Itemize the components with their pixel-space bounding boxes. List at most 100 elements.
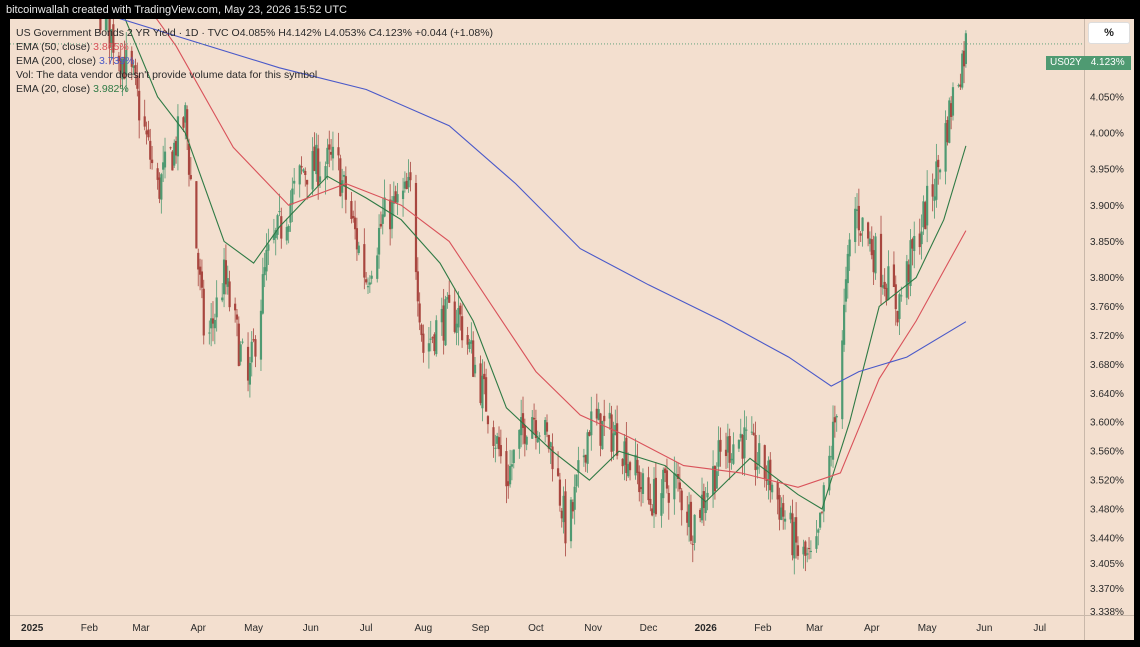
candle-body <box>636 459 639 473</box>
candle-body <box>401 190 405 200</box>
y-tick-label: 3.850% <box>1090 237 1124 248</box>
candle-body <box>149 140 152 160</box>
y-tick-label: 3.600% <box>1090 418 1124 429</box>
candle-body <box>459 305 462 315</box>
candle-body <box>732 444 735 464</box>
candle-body <box>795 517 798 543</box>
candle-body <box>444 299 447 346</box>
candle-body <box>280 216 283 239</box>
candle-body <box>782 503 785 517</box>
candle-body <box>532 417 536 420</box>
candle-body <box>250 341 253 363</box>
y-tick-label: 4.000% <box>1090 128 1124 139</box>
candle-body <box>435 320 438 355</box>
x-tick-label: Jul <box>1033 623 1046 634</box>
y-tick-label: 3.800% <box>1090 273 1124 284</box>
candle-body <box>221 297 224 301</box>
ema200-legend[interactable]: EMA (200, close) 3.739% <box>16 55 135 67</box>
candle-body <box>377 227 381 255</box>
candle-body <box>796 545 800 556</box>
ema20-legend-label: EMA (20, close) <box>16 83 91 95</box>
candle-body <box>920 231 923 245</box>
candle-body <box>894 284 897 310</box>
candle-body <box>763 445 766 479</box>
y-tick-label: 3.900% <box>1090 201 1124 212</box>
candle-body <box>147 129 150 138</box>
candle-body <box>665 470 669 489</box>
candle-body <box>854 208 857 243</box>
candle-body <box>163 151 167 168</box>
x-tick-label: Apr <box>864 623 880 634</box>
y-tick-label: 3.480% <box>1090 505 1124 516</box>
x-tick-label: Sep <box>472 623 490 634</box>
candle-body <box>189 175 192 180</box>
candle-body <box>306 179 309 185</box>
candle-body <box>416 271 419 302</box>
y-tick-label: 3.520% <box>1090 476 1124 487</box>
ema50-legend[interactable]: EMA (50, close) 3.865% <box>16 41 129 53</box>
candle-body <box>819 512 822 528</box>
candle-body <box>538 435 541 437</box>
y-tick-label: 3.640% <box>1090 389 1124 400</box>
candle-body <box>564 491 567 544</box>
candle-body <box>750 431 753 433</box>
ema50-legend-value: 3.865% <box>93 41 129 53</box>
candle-body <box>169 147 172 149</box>
candle-body <box>422 333 425 353</box>
candle-body <box>715 471 718 489</box>
chart-area[interactable]: 4.100%4.050%4.000%3.950%3.900%3.850%3.80… <box>10 19 1134 640</box>
candle-body <box>575 474 578 487</box>
ema20-legend[interactable]: EMA (20, close) 3.982% <box>16 83 129 95</box>
candle-body <box>187 143 191 175</box>
candle-body <box>213 319 216 329</box>
candle-body <box>298 165 301 185</box>
candle-body <box>448 294 451 303</box>
symbol-legend: US Government Bonds 2 YR Yield · 1D · TV… <box>16 27 493 39</box>
candle-body <box>208 332 211 334</box>
x-tick-label: 2026 <box>695 623 718 634</box>
candle-body <box>833 417 836 423</box>
candle-body <box>558 479 562 506</box>
price-label-value: 4.123% <box>1090 57 1125 68</box>
candle-body <box>494 447 497 449</box>
candle-body <box>383 197 386 217</box>
candle-body <box>353 217 357 230</box>
candle-body <box>913 235 916 252</box>
volume-legend: Vol: The data vendor doesn't provide vol… <box>16 69 317 81</box>
candle-body <box>195 181 198 249</box>
candle-body <box>418 303 421 323</box>
candle-body <box>586 432 589 464</box>
x-tick-label: 2025 <box>21 623 44 634</box>
candle-body <box>859 233 862 236</box>
current-price-label: US02Y 4.123% <box>1046 56 1131 70</box>
candle-body <box>331 146 335 159</box>
y-tick-label: 3.440% <box>1090 533 1124 544</box>
candle-body <box>376 255 379 279</box>
candle-body <box>291 188 294 205</box>
candle-body <box>892 264 896 288</box>
candle-body <box>647 477 650 501</box>
candle-body <box>758 443 761 465</box>
candle-body <box>276 215 279 235</box>
candle-body <box>160 174 163 200</box>
candle-body <box>545 422 549 432</box>
candle-body <box>887 266 890 300</box>
candlestick-chart[interactable]: 4.100%4.050%4.000%3.950%3.900%3.850%3.80… <box>10 19 1134 640</box>
candle-body <box>261 274 264 314</box>
candle-body <box>706 492 709 498</box>
percent-scale-button[interactable]: % <box>1088 22 1130 44</box>
candle-body <box>843 304 846 345</box>
candle-body <box>654 477 657 515</box>
candle-body <box>379 223 383 227</box>
candle-body <box>505 451 508 487</box>
candle-body <box>556 468 560 476</box>
candle-body <box>846 253 849 284</box>
candle-body <box>874 236 877 274</box>
candle-body <box>414 182 418 273</box>
candle-body <box>235 314 239 320</box>
candle-body <box>200 271 204 288</box>
candle-body <box>938 169 942 173</box>
x-tick-label: Jun <box>303 623 319 634</box>
candle-body <box>287 226 290 232</box>
candle-body <box>241 341 244 343</box>
